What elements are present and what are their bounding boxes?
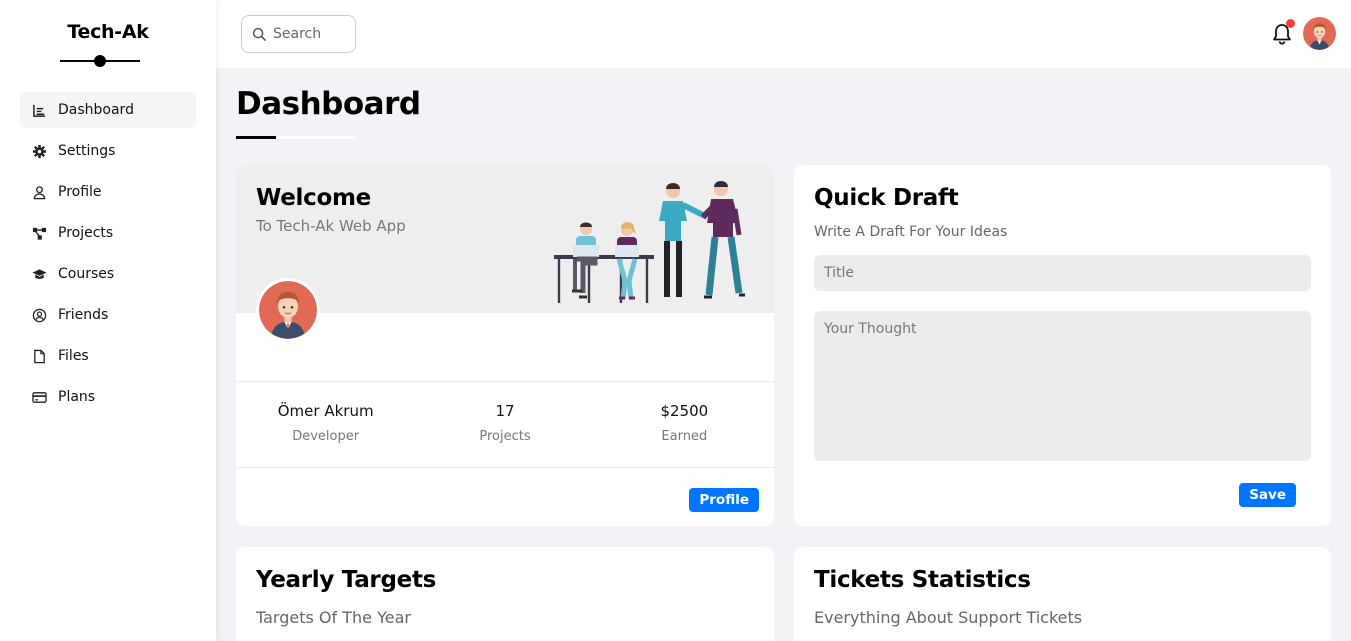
file-icon: [31, 348, 47, 364]
sidebar-item-projects[interactable]: Projects: [20, 215, 196, 251]
welcome-avatar: [256, 278, 320, 342]
sidebar-item-plans[interactable]: Plans: [20, 379, 196, 415]
yearly-targets-card: Yearly Targets Targets Of The Year: [236, 547, 774, 641]
stat-label: Developer: [292, 429, 360, 444]
sidebar-item-friends[interactable]: Friends: [20, 297, 196, 333]
sidebar: Tech-Ak Dashboard Settings Profile Proje…: [0, 0, 216, 641]
search-input[interactable]: [273, 26, 343, 42]
credit-card-icon: [31, 389, 47, 405]
graduation-cap-icon: [31, 266, 47, 282]
main-content: Dashboard Welcome To Tech-Ak Web App: [216, 0, 1351, 641]
user-icon: [31, 184, 47, 200]
sidebar-item-settings[interactable]: Settings: [20, 133, 196, 169]
sidebar-item-label: Dashboard: [58, 102, 134, 118]
card-title: Quick Draft: [814, 185, 959, 211]
stat-earned: $2500 Earned: [595, 382, 774, 467]
card-title: Tickets Statistics: [814, 567, 1031, 593]
notification-button[interactable]: [1271, 19, 1295, 46]
stat-label: Projects: [479, 429, 531, 444]
gear-icon: [31, 143, 47, 159]
sidebar-item-dashboard[interactable]: Dashboard: [20, 92, 196, 128]
card-title: Yearly Targets: [256, 567, 437, 593]
top-bar: [216, 0, 1351, 68]
brand-logo: Tech-Ak: [67, 21, 149, 43]
sidebar-item-courses[interactable]: Courses: [20, 256, 196, 292]
chart-icon: [31, 102, 47, 118]
sidebar-item-label: Friends: [58, 307, 109, 323]
stat-value: $2500: [660, 402, 709, 420]
card-subtitle: Targets Of The Year: [256, 608, 411, 627]
avatar[interactable]: [1303, 17, 1336, 50]
welcome-card: Welcome To Tech-Ak Web App Ömer Akrum De…: [236, 165, 774, 526]
diagram-icon: [31, 225, 47, 241]
search-box[interactable]: [241, 15, 356, 53]
sidebar-item-label: Settings: [58, 143, 116, 159]
stat-value: Ömer Akrum: [277, 402, 374, 420]
welcome-subtitle: To Tech-Ak Web App: [256, 217, 406, 235]
welcome-title: Welcome: [256, 185, 371, 211]
sidebar-item-profile[interactable]: Profile: [20, 174, 196, 210]
sidebar-item-files[interactable]: Files: [20, 338, 196, 374]
stat-projects: 17 Projects: [415, 382, 594, 467]
card-subtitle: Write A Draft For Your Ideas: [814, 224, 1008, 240]
sidebar-item-label: Courses: [58, 266, 115, 282]
stat-value: 17: [495, 402, 515, 420]
user-circle-icon: [31, 307, 47, 323]
search-icon: [252, 27, 267, 41]
sidebar-item-label: Plans: [58, 389, 96, 405]
welcome-hero: Welcome To Tech-Ak Web App: [236, 165, 774, 313]
welcome-stats: Ömer Akrum Developer 17 Projects $2500 E…: [236, 381, 774, 468]
title-underline: [236, 136, 356, 139]
draft-title-input[interactable]: [814, 255, 1311, 291]
team-illustration: [554, 181, 745, 303]
save-button[interactable]: Save: [1239, 483, 1296, 507]
page-title: Dashboard: [236, 86, 421, 122]
draft-thought-textarea[interactable]: [814, 311, 1311, 461]
sidebar-item-label: Profile: [58, 184, 102, 200]
quick-draft-card: Quick Draft Write A Draft For Your Ideas…: [794, 165, 1331, 526]
sidebar-item-label: Projects: [58, 225, 114, 241]
stat-label: Earned: [661, 429, 708, 444]
notification-badge: [1286, 19, 1295, 28]
card-subtitle: Everything About Support Tickets: [814, 608, 1083, 627]
sidebar-nav: Dashboard Settings Profile Projects Cour…: [0, 92, 216, 415]
sidebar-item-label: Files: [58, 348, 89, 364]
profile-button[interactable]: Profile: [689, 488, 759, 512]
tickets-statistics-card: Tickets Statistics Everything About Supp…: [794, 547, 1331, 641]
stat-name: Ömer Akrum Developer: [236, 382, 415, 467]
brand-decoration: [0, 50, 216, 72]
